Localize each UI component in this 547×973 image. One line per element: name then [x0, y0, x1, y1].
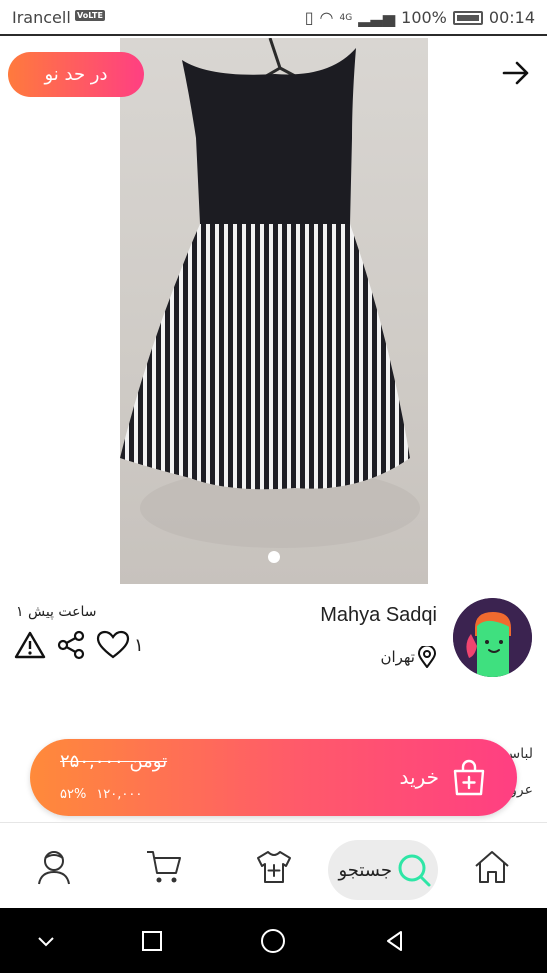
seller-location: تهران [380, 646, 437, 668]
seller-name[interactable]: Mahya Sadqi [320, 604, 437, 627]
network-type: 4G [339, 12, 353, 23]
search-icon [398, 854, 431, 887]
battery-icon [452, 10, 483, 25]
home-circle-icon[interactable] [259, 927, 287, 955]
back-triangle-icon[interactable] [381, 927, 409, 955]
location-pin-icon [417, 646, 437, 668]
condition-badge: در حد نو [8, 52, 144, 97]
signal-icon: ▂▃▅ [358, 8, 396, 27]
warning-icon[interactable] [14, 630, 46, 660]
clock: 00:14 [488, 8, 535, 27]
recent-apps-icon[interactable] [138, 927, 166, 955]
post-time: ۱ ساعت پیش [16, 604, 97, 620]
vibrate-icon: ▯ [304, 8, 314, 27]
chevron-down-icon[interactable] [32, 927, 60, 955]
buy-button[interactable]: ۲۵۰,۰۰۰ تومن ۵۲% ۱۲۰,۰۰۰ خرید [30, 739, 517, 816]
heart-icon[interactable] [96, 630, 130, 660]
shopping-bag-icon [451, 759, 487, 797]
seller-avatar[interactable] [453, 598, 532, 677]
search-tab[interactable]: جستجو [328, 840, 438, 900]
search-label: جستجو [338, 859, 392, 881]
carousel-indicator [268, 551, 280, 563]
carrier-name: Irancell [12, 8, 71, 27]
cart-icon[interactable] [144, 847, 184, 887]
status-indicators: ▯ ◠ 4G ▂▃▅ 100% 00:14 [305, 8, 535, 27]
share-icon[interactable] [56, 630, 86, 660]
volte-badge: VoLTE [75, 10, 105, 21]
back-arrow-icon[interactable] [501, 58, 531, 88]
system-navigation-bar [0, 908, 547, 973]
original-price: ۲۵۰,۰۰۰ تومن [60, 751, 168, 772]
bottom-navigation: جستجو [0, 822, 547, 908]
profile-icon[interactable] [34, 847, 74, 887]
wifi-icon: ◠ [319, 8, 334, 27]
home-icon[interactable] [472, 847, 512, 887]
discount-percent: ۵۲% [60, 787, 87, 802]
dress-image [120, 38, 420, 548]
discounted-price: ۱۲۰,۰۰۰ [96, 787, 143, 802]
battery-percent: 100% [401, 8, 447, 27]
like-count: ۱ [134, 634, 144, 656]
buy-label: خرید [399, 765, 439, 789]
discounted-price-row: ۵۲% ۱۲۰,۰۰۰ [60, 787, 142, 802]
listing-actions: ۱ [14, 630, 144, 660]
add-clothing-icon[interactable] [254, 847, 294, 887]
product-photo[interactable] [120, 38, 428, 584]
location-text: تهران [380, 648, 415, 666]
status-bar: Irancell VoLTE ▯ ◠ 4G ▂▃▅ 100% 00:14 [0, 0, 547, 36]
